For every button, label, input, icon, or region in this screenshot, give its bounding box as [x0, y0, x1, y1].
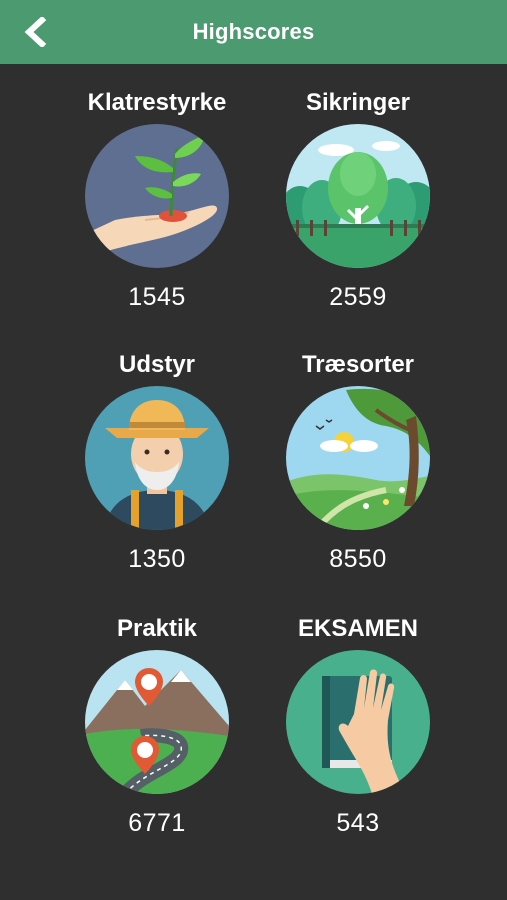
category-tile-praktik[interactable]: Praktik 6771: [57, 610, 257, 860]
back-button[interactable]: [22, 12, 70, 52]
category-label: Klatrestyrke: [87, 89, 227, 116]
farmer-avatar-icon: [85, 386, 229, 530]
category-tile-klatrestyrke[interactable]: Klatrestyrke 1545: [57, 84, 257, 334]
landscape-tree-icon: [286, 386, 430, 530]
category-score: 543: [336, 809, 380, 837]
chevron-left-icon: [24, 17, 47, 47]
category-label: EKSAMEN: [297, 615, 418, 642]
category-label: Træsorter: [301, 351, 415, 378]
category-tile-eksamen[interactable]: EKSAMEN 543: [258, 610, 458, 860]
category-score: 6771: [128, 809, 186, 837]
category-label: Sikringer: [305, 89, 411, 116]
category-label: Praktik: [116, 615, 198, 642]
mountain-road-map-pins-icon: [85, 650, 229, 794]
category-score: 1545: [128, 283, 186, 311]
book-hand-icon: [286, 650, 430, 794]
app-header: Highscores: [0, 0, 507, 64]
category-tile-traesorter[interactable]: Træsorter 8550: [258, 346, 458, 596]
category-score: 8550: [329, 545, 387, 573]
category-tile-udstyr[interactable]: Udstyr 1350: [57, 346, 257, 596]
sprout-in-hand-icon: [85, 124, 229, 268]
forest-trees-icon: [286, 124, 430, 268]
page-title: Highscores: [192, 19, 315, 44]
category-label: Udstyr: [118, 351, 196, 378]
category-score: 1350: [128, 545, 186, 573]
category-tile-sikringer[interactable]: Sikringer 2559: [258, 84, 458, 334]
category-score: 2559: [329, 283, 387, 311]
